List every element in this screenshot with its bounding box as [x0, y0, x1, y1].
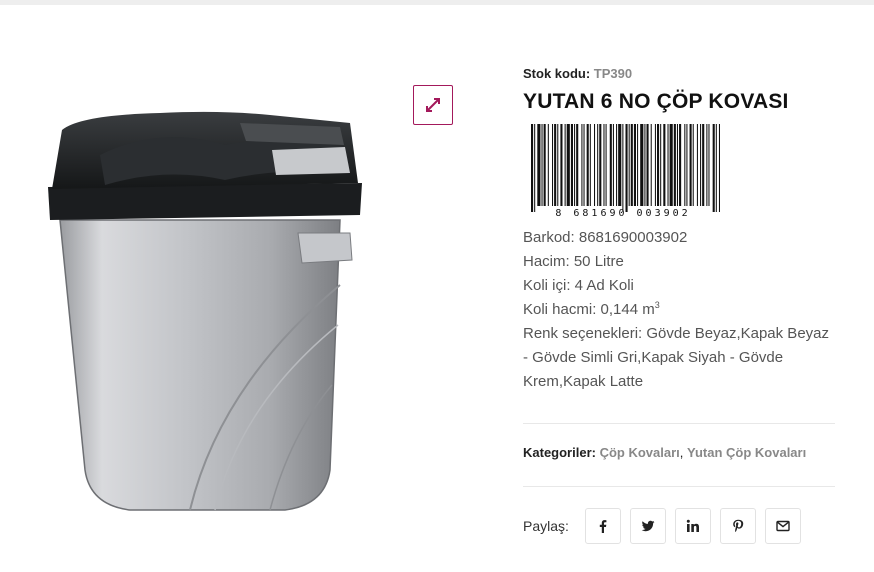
product-title: YUTAN 6 NO ÇÖP KOVASI: [523, 90, 789, 113]
barcode-bar: [581, 124, 583, 206]
category-separator: ,: [679, 445, 688, 460]
barcode-digits: 8 681690 003902: [555, 208, 690, 219]
barcode-bar: [576, 124, 579, 206]
product-image[interactable]: [40, 55, 370, 515]
barcode-bar: [574, 124, 576, 206]
categories-line: Kategoriler: Çöp Kovaları, Yutan Çöp Kov…: [523, 445, 806, 460]
barcode-bar: [603, 124, 605, 206]
email-icon: [776, 520, 790, 532]
barcode-bar: [667, 124, 669, 206]
barcode-bar: [543, 124, 546, 206]
barcode-bar: [684, 124, 686, 206]
barcode-bar: [708, 124, 710, 206]
barcode-bar: [625, 124, 628, 212]
barcode-bar: [599, 124, 602, 206]
product-attributes: Barkod: 8681690003902 Hacim: 50 Litre Ko…: [523, 226, 838, 394]
barcode-bar: [609, 124, 612, 206]
linkedin-icon: [686, 519, 699, 532]
twitter-icon: [641, 520, 655, 532]
barcode-bar: [718, 124, 720, 212]
share-pinterest-button[interactable]: [719, 508, 756, 544]
barcode-bar: [531, 124, 534, 212]
attr-barkod: Barkod: 8681690003902: [523, 229, 688, 246]
barcode-bar: [630, 124, 633, 206]
share-label: Paylaş:: [523, 518, 569, 534]
barcode-bar: [560, 124, 563, 206]
barcode-bar: [554, 124, 557, 206]
barcode-bar: [622, 124, 624, 212]
pinterest-icon: [733, 519, 744, 533]
barcode-bar: [564, 124, 566, 206]
barcode-bar: [669, 124, 673, 206]
sku-value: TP390: [593, 66, 633, 81]
attr-koli-hacmi-text: Koli hacmi: 0,144 m: [523, 301, 655, 318]
barcode-bar: [547, 124, 549, 206]
barcode-bar: [676, 124, 678, 206]
barcode-bar: [612, 124, 614, 206]
barcode-bar: [712, 124, 715, 212]
sku-line: Stok kodu: TP390: [523, 66, 632, 81]
barcode-bar: [586, 124, 589, 206]
expand-icon: [426, 98, 440, 112]
sku-label: Stok kodu:: [523, 66, 591, 81]
barcode-bar: [628, 124, 630, 206]
zoom-button[interactable]: [413, 85, 453, 125]
barcode-bar: [637, 124, 639, 206]
barcode-bar: [605, 124, 607, 206]
barcode-bar: [696, 124, 698, 206]
barcode-bar: [618, 124, 622, 206]
barcode-bar: [654, 124, 656, 206]
barcode-bar: [689, 124, 692, 206]
barcode-bar: [706, 124, 708, 206]
barcode-bar: [597, 124, 599, 206]
barcode-bar: [650, 124, 652, 206]
barcode-bar: [589, 124, 591, 206]
barcode-bar: [686, 124, 688, 206]
barcode-bar: [594, 124, 596, 206]
barcode-bar: [566, 124, 570, 206]
barcode-bar: [715, 124, 717, 212]
barcode-bar: [692, 124, 694, 206]
barcode-bar: [644, 124, 646, 206]
barcode-bar: [702, 124, 705, 206]
share-facebook-button[interactable]: [584, 508, 621, 544]
barcode-bar: [679, 124, 682, 206]
share-linkedin-button[interactable]: [674, 508, 711, 544]
attr-koli-ici: Koli içi: 4 Ad Koli: [523, 277, 634, 294]
barcode-bar: [660, 124, 662, 206]
divider: [523, 423, 835, 424]
attr-koli-hacmi: Koli hacmi: 0,144 m3: [523, 298, 838, 322]
share-bar: Paylaş:: [523, 508, 810, 544]
divider: [523, 486, 835, 487]
categories-label: Kategoriler:: [523, 445, 596, 460]
barcode-bar: [557, 124, 559, 206]
share-twitter-button[interactable]: [629, 508, 666, 544]
barcode-bar: [537, 124, 541, 206]
category-link-cop-kovalari[interactable]: Çöp Kovaları: [600, 445, 680, 460]
barcode-bar: [673, 124, 676, 206]
barcode-bar: [541, 124, 543, 206]
barcode-bar: [633, 124, 636, 206]
barcode-bar: [534, 124, 536, 212]
barcode-bar: [646, 124, 649, 206]
barcode-bar: [570, 124, 573, 206]
barcode-image: 8 681690 003902: [531, 124, 720, 219]
attr-koli-hacmi-unit: 3: [654, 300, 660, 310]
barcode-bar: [663, 124, 666, 206]
barcode-bar: [640, 124, 644, 206]
attr-renk: Renk seçenekleri: Gövde Beyaz,Kapak Beya…: [523, 325, 829, 390]
barcode-bar: [616, 124, 618, 206]
barcode-bar: [583, 124, 585, 206]
barcode-bar: [700, 124, 702, 206]
top-strip: [0, 0, 874, 5]
barcode-bar: [552, 124, 554, 206]
facebook-icon: [599, 520, 607, 533]
category-link-yutan-cop-kovalari[interactable]: Yutan Çöp Kovaları: [687, 445, 806, 460]
attr-hacim: Hacim: 50 Litre: [523, 253, 624, 270]
barcode-bar: [657, 124, 660, 206]
share-email-button[interactable]: [764, 508, 801, 544]
